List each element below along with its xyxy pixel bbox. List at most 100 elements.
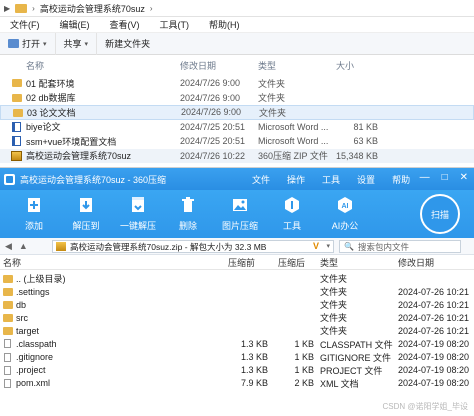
minimize-icon[interactable]: —	[420, 172, 430, 183]
table-row[interactable]: .. (上级目录) 文件夹	[0, 272, 474, 285]
col-size[interactable]: 大小	[336, 59, 354, 72]
row-compressed-size: 1 KB	[294, 352, 314, 363]
col-date[interactable]: 修改日期	[180, 59, 216, 72]
row-original-size: 7.9 KB	[240, 378, 268, 389]
image-compress-label: 图片压缩	[221, 221, 258, 231]
zip-search-input[interactable]	[358, 241, 458, 252]
back-arrow-icon[interactable]: ◀	[5, 241, 12, 252]
list-item[interactable]: 03 论文文档 2024/7/26 9:00 文件夹	[0, 105, 474, 120]
zcol-type[interactable]: 类型	[320, 256, 338, 269]
breadcrumb[interactable]: 高校运动会管理系统70suz	[40, 2, 145, 15]
new-folder-button[interactable]: 新建文件夹	[97, 33, 158, 55]
chevron-right-icon: ›	[32, 3, 35, 13]
address-bar[interactable]: ▶ › 高校运动会管理系统70suz ›	[0, 0, 474, 17]
file-icon	[4, 378, 11, 388]
col-type[interactable]: 类型	[258, 59, 276, 72]
table-row[interactable]: .project 1.3 KB 1 KB PROJECT 文件 2024-07-19 0…	[0, 364, 474, 377]
word-doc-icon	[12, 121, 21, 132]
one-click-extract-button[interactable]: 一键解压	[116, 190, 160, 238]
menu-file[interactable]: 文件(F)	[0, 18, 50, 31]
menu-help[interactable]: 帮助(H)	[199, 18, 250, 31]
chevron-v-icon[interactable]: V	[313, 241, 319, 251]
add-icon	[25, 196, 43, 214]
explorer-file-list: 01 配套环境 2024/7/26 9:00 文件夹 02 db数据库 2024/7/2…	[0, 76, 474, 163]
table-row[interactable]: db 文件夹 2024-07-26 10:21	[0, 298, 474, 311]
zip-path-field[interactable]: 高校运动会管理系统70suz.zip - 解包大小为 32.3 MB V ▾	[52, 240, 334, 253]
list-item[interactable]: 高校运动会管理系统70suz 2024/7/26 10:22 360压缩 ZIP 文…	[0, 148, 474, 163]
item-date: 2024/7/26 9:00	[181, 107, 242, 118]
list-item[interactable]: 02 db数据库 2024/7/26 9:00 文件夹	[0, 91, 474, 106]
item-type: Microsoft Word ...	[258, 136, 329, 147]
tools-button[interactable]: 工具	[276, 190, 308, 238]
zip-title-bar: 高校运动会管理系统70suz - 360压缩 文件 操作 工具 设置 帮助 — …	[0, 168, 474, 190]
col-name[interactable]: 名称	[26, 59, 44, 72]
open-icon	[8, 39, 19, 48]
row-date: 2024-07-26 10:21	[398, 325, 470, 336]
zcol-name[interactable]: 名称	[3, 256, 21, 269]
folder-icon	[15, 3, 28, 13]
zcol-compressed-size[interactable]: 压缩后	[278, 256, 305, 269]
row-type: 文件夹	[320, 274, 348, 285]
scan-button[interactable]: 扫描	[420, 194, 460, 234]
table-row[interactable]: .gitignore 1.3 KB 1 KB GITIGNORE 文件 2024-07-…	[0, 351, 474, 364]
row-type: 文件夹	[320, 287, 348, 298]
row-name: .gitignore	[16, 352, 54, 363]
zcol-original-size[interactable]: 压缩前	[228, 256, 255, 269]
row-name: .settings	[16, 286, 50, 297]
row-date: 2024-07-19 08:20	[398, 339, 470, 350]
delete-button[interactable]: 删除	[172, 190, 204, 238]
menu-view[interactable]: 查看(V)	[100, 18, 150, 31]
zip-menu-file[interactable]: 文件	[252, 173, 270, 186]
row-name: .project	[16, 365, 46, 376]
watermark-text: CSDN @诺阳学姐_毕设	[382, 402, 468, 411]
menu-tools[interactable]: 工具(T)	[150, 18, 200, 31]
item-name: ssm+vue环境配置文档	[26, 136, 117, 147]
item-date: 2024/7/25 20:51	[180, 121, 246, 132]
item-name: 03 论文文档	[27, 107, 76, 118]
table-row[interactable]: src 文件夹 2024-07-26 10:21	[0, 311, 474, 324]
extract-to-button[interactable]: 解压到	[66, 190, 106, 238]
menu-edit[interactable]: 编辑(E)	[50, 18, 100, 31]
row-type: PROJECT 文件	[320, 365, 383, 376]
row-compressed-size: 1 KB	[294, 339, 314, 350]
image-compress-button[interactable]: 图片压缩	[218, 190, 262, 238]
folder-icon	[3, 288, 13, 297]
folder-icon	[3, 314, 13, 323]
table-row[interactable]: .classpath 1.3 KB 1 KB CLASSPATH 文件 2024-07-…	[0, 337, 474, 350]
zip-window: 高校运动会管理系统70suz - 360压缩 文件 操作 工具 设置 帮助 — …	[0, 168, 474, 416]
zip-menu-settings[interactable]: 设置	[357, 173, 375, 186]
zip-menu-operate[interactable]: 操作	[287, 173, 305, 186]
table-row[interactable]: target 文件夹 2024-07-26 10:21	[0, 324, 474, 337]
row-type: 文件夹	[320, 313, 348, 324]
table-row[interactable]: .settings 文件夹 2024-07-26 10:21	[0, 285, 474, 298]
chevron-down-icon[interactable]: ▾	[326, 241, 330, 253]
search-icon: 🔍	[344, 242, 354, 251]
share-button[interactable]: 共享 ▾	[56, 32, 98, 55]
share-label: 共享	[63, 39, 82, 49]
folder-icon	[3, 327, 13, 336]
open-button[interactable]: 打开 ▾	[0, 32, 56, 55]
chevron-down-icon: ▾	[84, 40, 89, 48]
item-type: 文件夹	[258, 93, 286, 104]
row-type: CLASSPATH 文件	[320, 339, 393, 350]
list-item[interactable]: ssm+vue环境配置文档 2024/7/25 20:51 Microsoft Wo…	[0, 134, 474, 149]
file-icon	[4, 352, 11, 362]
row-compressed-size: 1 KB	[294, 365, 314, 376]
zip-menu-tools[interactable]: 工具	[322, 173, 340, 186]
table-row[interactable]: pom.xml 7.9 KB 2 KB XML 文档 2024-07-19 08:20	[0, 377, 474, 390]
row-original-size: 1.3 KB	[240, 352, 268, 363]
add-button[interactable]: 添加	[18, 190, 50, 238]
window-controls: — □ ✕	[420, 172, 468, 183]
up-folder-icon[interactable]: ▲	[19, 241, 28, 251]
close-icon[interactable]: ✕	[460, 172, 468, 183]
item-name: 02 db数据库	[26, 93, 76, 104]
ai-office-button[interactable]: AI AI办公	[325, 190, 365, 238]
maximize-icon[interactable]: □	[442, 172, 448, 183]
list-item[interactable]: biye论文 2024/7/25 20:51 Microsoft Word ... 8…	[0, 120, 474, 135]
zcol-date[interactable]: 修改日期	[398, 256, 434, 269]
zip-ribbon: 添加 解压到 一键解压 删除 图片压缩 工具 AI AI办公	[0, 190, 474, 238]
item-type: 文件夹	[259, 107, 287, 118]
zip-menu-help[interactable]: 帮助	[392, 173, 410, 186]
zip-path-text: 高校运动会管理系统70suz.zip - 解包大小为 32.3 MB	[70, 241, 267, 252]
list-item[interactable]: 01 配套环境 2024/7/26 9:00 文件夹	[0, 76, 474, 91]
